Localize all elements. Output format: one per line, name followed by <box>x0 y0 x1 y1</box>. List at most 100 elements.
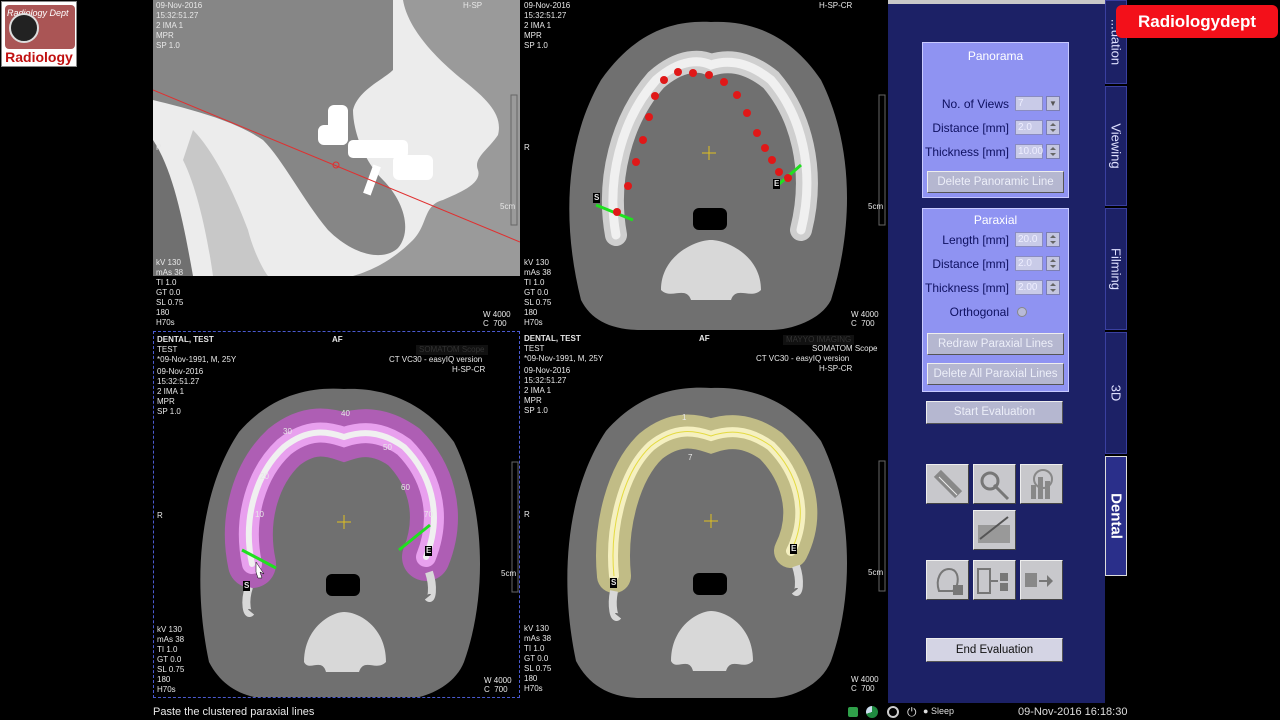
start-marker: S <box>593 193 601 203</box>
bl-time: 15:32:51.27 <box>157 377 200 386</box>
tab-filming[interactable]: Filming <box>1105 208 1127 330</box>
panoramic-point[interactable] <box>768 156 776 164</box>
tab-3d[interactable]: 3D <box>1105 332 1127 454</box>
views-label: No. of Views <box>941 97 1009 111</box>
export-tool-button[interactable] <box>1020 560 1063 600</box>
end-evaluation-button[interactable]: End Evaluation <box>926 638 1063 662</box>
param: GT 0.0 <box>524 654 549 663</box>
panoramic-point[interactable] <box>720 78 728 86</box>
param: mAs 38 <box>157 635 185 644</box>
tab-dental-label: Dental <box>1107 493 1125 539</box>
paraxial-title: Paraxial <box>973 213 1018 227</box>
param: GT 0.0 <box>157 655 182 664</box>
para-thickness-spinner[interactable] <box>1046 280 1060 295</box>
orthogonal-checkbox[interactable] <box>1017 307 1027 317</box>
radiology-logo: Radiology Dept Radiology <box>1 1 77 67</box>
ct-version: CT VC30 - easyIQ version <box>389 355 483 364</box>
panoramic-point[interactable] <box>784 174 792 182</box>
viewport-paraxial-lines[interactable]: DENTAL, TEST AF TEST *09-Nov-1991, M, 25… <box>153 331 520 698</box>
pano-thickness-spinner[interactable] <box>1046 144 1060 159</box>
curve-number: 1 <box>682 413 687 422</box>
views-dropdown-button[interactable]: ▼ <box>1046 96 1060 111</box>
histogram-tool-button[interactable] <box>1020 464 1063 504</box>
sleep-indicator[interactable]: ● Sleep <box>923 706 954 716</box>
br-time: 15:32:51.27 <box>524 376 567 385</box>
param: SL 0.75 <box>157 665 185 674</box>
views-field[interactable]: 7 <box>1015 96 1043 111</box>
head-tool-button[interactable] <box>926 560 969 600</box>
panoramic-point[interactable] <box>624 182 632 190</box>
panoramic-point[interactable] <box>645 113 653 121</box>
panoramic-point[interactable] <box>733 91 741 99</box>
length-label: Length [mm] <box>942 233 1009 247</box>
para-distance-label: Distance [mm] <box>932 257 1009 271</box>
bone-density-tool-button[interactable] <box>973 464 1016 504</box>
br-tag: H-SP-CR <box>819 364 853 373</box>
paraxial-number: 70 <box>424 510 433 519</box>
orthogonal-label: Orthogonal <box>949 305 1009 319</box>
pano-thickness-field[interactable]: 10.00 <box>1015 144 1043 159</box>
start-marker: S <box>610 578 618 588</box>
param: mAs 38 <box>524 268 552 277</box>
logo-badge: Radiology Dept <box>5 5 75 49</box>
axial-mpr: MPR <box>524 31 542 40</box>
panoramic-point[interactable] <box>639 136 647 144</box>
panoramic-point[interactable] <box>660 76 668 84</box>
viewport-panoramic-curves[interactable]: DENTAL, TEST AF TEST *09-Nov-1991, M, 25… <box>521 331 888 698</box>
delete-panoramic-line-button[interactable]: Delete Panoramic Line <box>927 171 1064 193</box>
br-scale-label: 5cm <box>868 568 884 577</box>
axial-time: 15:32:51.27 <box>524 11 567 20</box>
axial-center: C 700 <box>851 319 875 328</box>
panoramic-point[interactable] <box>705 71 713 79</box>
power-icon[interactable]: ⏻ <box>907 705 917 720</box>
br-center: C 700 <box>851 684 875 693</box>
panoramic-point[interactable] <box>613 208 621 216</box>
length-field[interactable]: 20.0 <box>1015 232 1043 247</box>
status-bar: Paste the clustered paraxial lines ⏻ ● S… <box>0 703 1280 720</box>
scanner-name: SOMATOM Scope <box>812 344 878 353</box>
panoramic-point[interactable] <box>743 109 751 117</box>
start-evaluation-button[interactable]: Start Evaluation <box>926 401 1063 424</box>
tab-dental[interactable]: Dental <box>1105 456 1127 576</box>
paste-tool-button[interactable] <box>973 560 1016 600</box>
pano-distance-field[interactable]: 2.0 <box>1015 120 1043 135</box>
para-distance-field[interactable]: 2.0 <box>1015 256 1043 271</box>
head-icon <box>936 567 963 595</box>
panoramic-point[interactable] <box>689 69 697 77</box>
br-mpr: MPR <box>524 396 542 405</box>
param: H70s <box>524 684 543 693</box>
logo-label: Radiology <box>5 49 73 65</box>
sagittal-tag: H-SP <box>463 1 483 10</box>
param: SL 0.75 <box>524 664 552 673</box>
viewport-sagittal[interactable]: 09-Nov-2016 15:32:51.27 2 IMA 1 MPR SP 1… <box>153 0 520 330</box>
export-icon <box>1025 573 1053 587</box>
panoramic-point[interactable] <box>753 129 761 137</box>
end-marker: E <box>790 544 798 554</box>
panoramic-point[interactable] <box>632 158 640 166</box>
panoramic-point[interactable] <box>651 92 659 100</box>
para-thickness-field[interactable]: 2.00 <box>1015 280 1043 295</box>
pano-distance-spinner[interactable] <box>1046 120 1060 135</box>
panoramic-point[interactable] <box>761 144 769 152</box>
panorama-group: Panorama No. of Views 7 ▼ Distance [mm] … <box>922 42 1069 198</box>
pano-distance-label: Distance [mm] <box>932 121 1009 135</box>
watermark: Radiologydept <box>1116 5 1278 38</box>
tab-viewing[interactable]: Viewing <box>1105 86 1127 206</box>
length-spinner[interactable] <box>1046 232 1060 247</box>
viewport-axial-panoramic[interactable]: 09-Nov-2016 15:32:51.27 2 IMA 1 MPR SP 1… <box>521 0 888 330</box>
axial-side-label: R <box>524 143 530 152</box>
panoramic-point[interactable] <box>775 168 783 176</box>
ruler-tool-button[interactable] <box>926 464 969 504</box>
panorama-title: Panorama <box>967 49 1024 63</box>
para-distance-spinner[interactable] <box>1046 256 1060 271</box>
patient-dob: *09-Nov-1991, M, 25Y <box>157 355 237 364</box>
panoramic-point[interactable] <box>674 68 682 76</box>
delete-all-paraxial-lines-button[interactable]: Delete All Paraxial Lines <box>927 363 1064 385</box>
redraw-paraxial-lines-button[interactable]: Redraw Paraxial Lines <box>927 333 1064 355</box>
paraxial-number: 30 <box>283 427 292 436</box>
profile-tool-button[interactable] <box>973 510 1016 550</box>
patient-id: TEST <box>524 344 545 353</box>
paraxial-number: 60 <box>401 483 410 492</box>
bl-mpr: MPR <box>157 397 175 406</box>
sagittal-scale-label: 5cm <box>500 202 516 211</box>
